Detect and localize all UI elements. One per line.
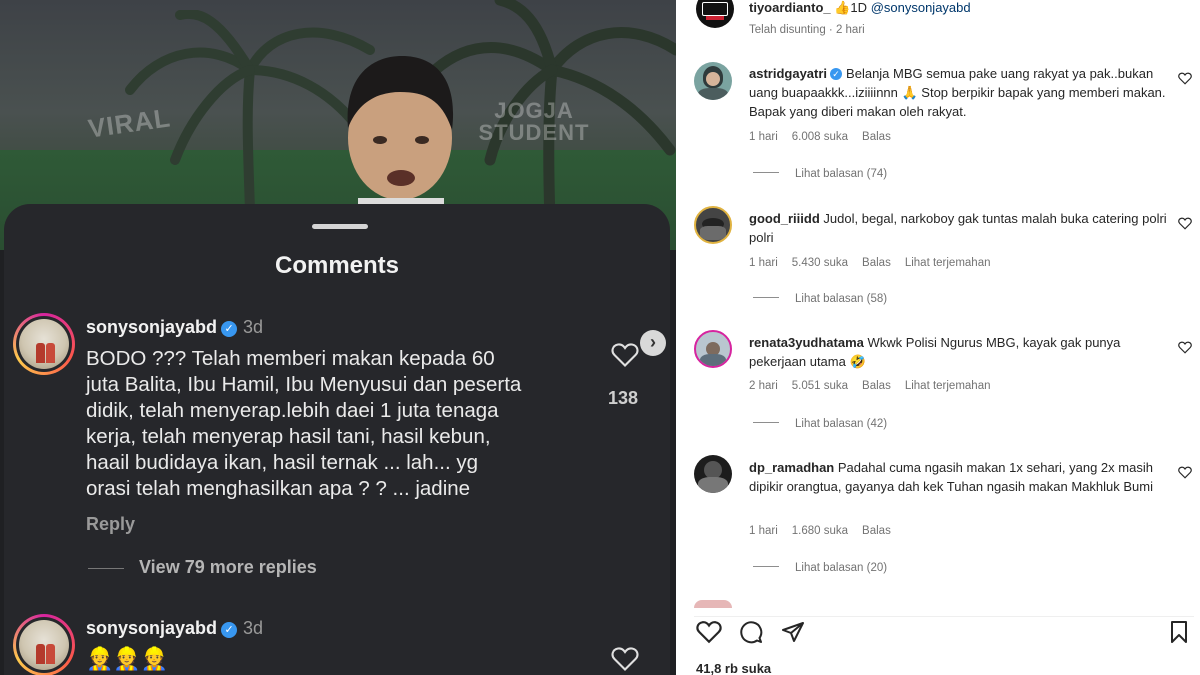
post-action-bar: [694, 616, 1194, 646]
drag-handle[interactable]: [312, 224, 368, 229]
comment-line: didik, telah menyerap.lebih daei 1 juta …: [86, 399, 499, 422]
translate-button[interactable]: Lihat terjemahan: [905, 257, 991, 269]
comment-likes[interactable]: 1.680 suka: [792, 525, 848, 537]
reply-button[interactable]: Balas: [862, 380, 891, 392]
comment-line: orasi telah menghasilkan apa ? ? ... jad…: [86, 477, 471, 500]
desktop-comments-panel: tiyoardianto_ 👍1D @sonysonjayabd Telah d…: [680, 0, 1200, 675]
view-replies-button[interactable]: View 79 more replies: [139, 557, 317, 578]
like-heart-icon[interactable]: [1178, 341, 1192, 354]
comment-likes[interactable]: 6.008 suka: [792, 131, 848, 143]
reply-button[interactable]: Balas: [862, 131, 891, 143]
comment-line: kerja, telah menyerap hasil tani, hasil …: [86, 425, 491, 448]
post-like-count[interactable]: 41,8 rb suka: [696, 661, 771, 675]
comment-time: 3d: [243, 618, 264, 638]
comment-time: 2 hari: [749, 380, 778, 392]
like-heart-icon[interactable]: [1178, 72, 1192, 85]
comment-icon[interactable]: [738, 620, 764, 644]
view-replies-button[interactable]: Lihat balasan (58): [753, 293, 887, 305]
comment-line: haail budidaya ikan, hasil ternak ... la…: [86, 451, 479, 474]
reply-button[interactable]: Reply: [86, 514, 135, 535]
comment-username[interactable]: sonysonjayabd ✓ 3d: [86, 317, 263, 338]
comments-sheet: Comments sonysonjayabd ✓ 3d BODO ??? Telah…: [4, 204, 670, 675]
watermark-jogja-student: JOGJA STUDENT: [478, 98, 590, 145]
like-count: 138: [608, 388, 639, 408]
username-text[interactable]: sonysonjayabd: [86, 317, 217, 337]
comment-time: 1 hari: [749, 257, 778, 269]
view-replies-button[interactable]: Lihat balasan (74): [753, 168, 887, 180]
comment-username[interactable]: good_riiidd: [749, 211, 820, 226]
sheet-title: Comments: [274, 252, 400, 279]
comment-meta: 1 hari 5.430 suka Balas Lihat terjemahan: [749, 257, 1005, 269]
verified-badge-icon: ✓: [221, 622, 238, 638]
comment-meta: 1 hari 1.680 suka Balas: [749, 525, 905, 537]
avatar[interactable]: [13, 614, 75, 675]
verified-badge-icon: ✓: [221, 321, 238, 337]
username-text[interactable]: sonysonjayabd: [86, 618, 217, 638]
comment: dp_ramadhan Padahal cuma ngasih makan 1x…: [749, 458, 1167, 496]
avatar[interactable]: [694, 330, 732, 368]
share-icon[interactable]: [780, 620, 806, 644]
comment-meta: 1 hari 6.008 suka Balas: [749, 131, 905, 143]
comment: astridgayatri ✓ Belanja MBG semua pake uan…: [749, 64, 1167, 121]
comment-likes[interactable]: 5.430 suka: [792, 257, 848, 269]
comment-username[interactable]: astridgayatri: [749, 66, 827, 81]
avatar[interactable]: [694, 62, 732, 100]
avatar[interactable]: [694, 206, 732, 244]
comment-username[interactable]: dp_ramadhan: [749, 460, 834, 475]
comment-line: BODO ??? Telah memberi makan kepada 60: [86, 347, 495, 370]
avatar[interactable]: [694, 455, 732, 493]
verified-badge-icon: ✓: [830, 68, 843, 80]
post-author-username[interactable]: tiyoardianto_: [749, 0, 831, 15]
next-arrow-icon[interactable]: ›: [640, 330, 666, 356]
caption-suffix: 👍1D: [834, 0, 868, 15]
mobile-comments-screenshot: VIRAL JOGJA STUDENT Comments sonysonjaya…: [0, 0, 676, 675]
comment-line: juta Balita, Ibu Hamil, Ibu Menyusui dan…: [86, 373, 522, 396]
post-caption: tiyoardianto_ 👍1D @sonysonjayabd: [749, 0, 1167, 17]
comment-text: BODO ??? Telah memberi makan kepada 60 j…: [86, 346, 521, 502]
comment-text: 👷👷👷: [86, 646, 169, 671]
view-replies-button[interactable]: Lihat balasan (42): [753, 418, 887, 430]
comment: good_riiidd Judol, begal, narkoboy gak t…: [749, 209, 1167, 247]
comment-username[interactable]: sonysonjayabd ✓ 3d: [86, 618, 263, 639]
like-heart-icon[interactable]: [611, 646, 639, 672]
comment-meta: 2 hari 5.051 suka Balas Lihat terjemahan: [749, 380, 1005, 392]
translate-button[interactable]: Lihat terjemahan: [905, 380, 991, 392]
replies-divider: [88, 568, 124, 569]
comment-likes[interactable]: 5.051 suka: [792, 380, 848, 392]
like-heart-icon[interactable]: [1178, 217, 1192, 230]
post-meta: Telah disunting · 2 hari: [749, 24, 865, 36]
heart-icon[interactable]: [696, 620, 722, 644]
mention-link[interactable]: @sonysonjayabd: [871, 0, 971, 15]
avatar[interactable]: [694, 600, 732, 608]
reply-button[interactable]: Balas: [862, 525, 891, 537]
bookmark-icon[interactable]: [1168, 620, 1190, 644]
avatar[interactable]: [13, 313, 75, 375]
view-replies-button[interactable]: Lihat balasan (20): [753, 562, 887, 574]
comment-time: 1 hari: [749, 525, 778, 537]
like-heart-icon[interactable]: [1178, 466, 1192, 479]
post-author-avatar[interactable]: [696, 0, 734, 28]
comment: renata3yudhatama Wkwk Polisi Ngurus MBG,…: [749, 333, 1167, 371]
comment-time: 1 hari: [749, 131, 778, 143]
comment-username[interactable]: renata3yudhatama: [749, 335, 864, 350]
comment-time: 3d: [243, 317, 264, 337]
reply-button[interactable]: Balas: [862, 257, 891, 269]
like-heart-icon[interactable]: [611, 342, 639, 368]
